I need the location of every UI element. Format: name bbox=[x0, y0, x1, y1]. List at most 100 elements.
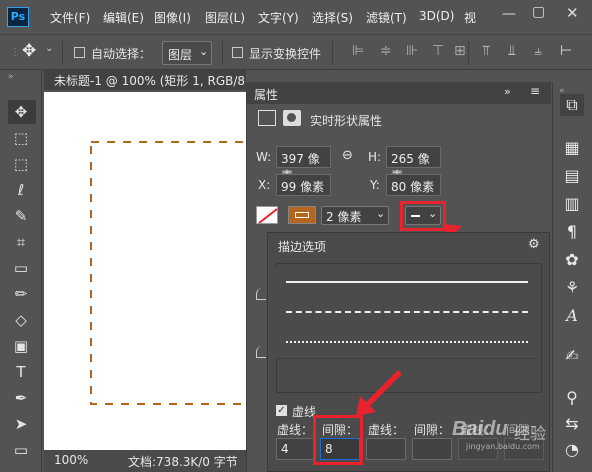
menu-select[interactable]: 选择(S) bbox=[312, 9, 353, 26]
auto-select-checkbox[interactable] bbox=[74, 47, 85, 58]
divider bbox=[332, 41, 333, 65]
watermark-suffix: 经验 bbox=[514, 424, 547, 443]
stroke-color-swatch[interactable] bbox=[288, 206, 316, 224]
gear-icon[interactable]: ⚙ bbox=[528, 237, 540, 252]
clone-source-dock-icon[interactable]: ⚲ bbox=[562, 388, 582, 408]
highlight-box-gap bbox=[313, 415, 363, 465]
align-center-icon[interactable]: ≑ bbox=[380, 43, 392, 59]
move-tool-icon[interactable]: ✥ bbox=[22, 41, 42, 63]
notes-dock-icon[interactable]: ▤ bbox=[562, 166, 582, 186]
document-tab[interactable]: 未标题-1 @ 100% (矩形 1, RGB/8#) * bbox=[44, 70, 246, 90]
preset-solid[interactable] bbox=[276, 268, 538, 298]
properties-tab[interactable]: 属性 bbox=[254, 86, 278, 103]
menu-edit[interactable]: 编辑(E) bbox=[103, 9, 144, 26]
menu-image[interactable]: 图像(I) bbox=[154, 9, 191, 26]
zoom-level[interactable]: 100% bbox=[54, 453, 88, 467]
collapse-icon[interactable]: » bbox=[8, 72, 14, 82]
dashed-rectangle-shape[interactable] bbox=[44, 92, 246, 450]
dashed-checkbox[interactable]: ✓ bbox=[276, 405, 287, 416]
y-field[interactable]: 80 像素 bbox=[386, 174, 441, 196]
preset-dotted[interactable] bbox=[276, 328, 538, 358]
brushes-dock-icon[interactable]: ✍ bbox=[562, 346, 582, 366]
align-left-icon[interactable]: ⊫ bbox=[352, 43, 364, 59]
auto-select-label: 自动选择： bbox=[91, 47, 152, 61]
type-tool-icon[interactable]: T bbox=[11, 362, 31, 382]
grid-dock-icon[interactable]: ▦ bbox=[562, 138, 582, 158]
divider bbox=[468, 41, 469, 65]
layers-dock-icon[interactable]: ▥ bbox=[562, 194, 582, 214]
link-icon[interactable]: ⊖ bbox=[342, 148, 353, 163]
lasso-tool-icon[interactable]: ℓ bbox=[11, 180, 31, 200]
menu-layer[interactable]: 图层(L) bbox=[205, 9, 245, 26]
close-icon[interactable]: ✕ bbox=[566, 4, 584, 22]
minimize-icon[interactable]: — bbox=[502, 6, 520, 24]
fill-swatch[interactable] bbox=[256, 206, 278, 224]
section-title: 实时形状属性 bbox=[310, 114, 383, 128]
distribute-bottom-icon[interactable]: ⫨ bbox=[534, 43, 542, 59]
divider bbox=[62, 41, 63, 65]
chevron-down-icon: ⌄ bbox=[376, 207, 386, 220]
collapse-panel-icon[interactable]: » bbox=[504, 85, 511, 98]
quick-select-tool-icon[interactable]: ✎ bbox=[11, 206, 31, 226]
gap2-label: 间隙： bbox=[414, 423, 451, 437]
adjustments-dock-icon[interactable]: ⚘ bbox=[562, 278, 582, 298]
menu-filter[interactable]: 滤镜(T) bbox=[366, 9, 407, 26]
align-top-icon[interactable]: ⊤ bbox=[432, 43, 444, 59]
distribute-middle-icon[interactable]: ⫫ bbox=[508, 43, 516, 59]
watermark-url: jingyan.baidu.com bbox=[466, 442, 540, 451]
tool-preset-chevron-icon[interactable]: ⌄ bbox=[45, 43, 53, 54]
panel-menu-icon[interactable]: ≡ bbox=[530, 84, 540, 98]
h-label: H: bbox=[368, 150, 382, 164]
stroke-width-dropdown[interactable]: 2 像素 ⌄ bbox=[321, 206, 389, 225]
doc-info: 文档:738.3K/0 字节 bbox=[128, 455, 238, 469]
show-transform-checkbox[interactable] bbox=[232, 47, 243, 58]
x-field[interactable]: 99 像素 bbox=[276, 174, 331, 196]
options-bar: ⋮ ✥ ⌄ 自动选择： 图层 ⌄ 显示变换控件 ⊫ ≑ ⊪ ⊤ ⊞ ⫪ ⫫ ⫨ … bbox=[0, 34, 592, 70]
menu-file[interactable]: 文件(F) bbox=[50, 9, 90, 26]
gap2-field[interactable] bbox=[412, 438, 452, 460]
brush-tool-icon[interactable]: ✏ bbox=[11, 284, 31, 304]
color-palette-dock-icon[interactable]: ✿ bbox=[562, 250, 582, 270]
x-label: X: bbox=[258, 178, 271, 192]
rectangle-tool-icon[interactable]: ▭ bbox=[11, 440, 31, 460]
mask-properties-icon[interactable] bbox=[283, 110, 301, 126]
menu-view[interactable]: 视 bbox=[464, 9, 476, 26]
shape-properties-icon[interactable] bbox=[258, 110, 276, 126]
paragraph-dock-icon[interactable]: ¶ bbox=[562, 222, 582, 242]
grip-icon: ⋮ bbox=[10, 47, 20, 58]
dotted-line bbox=[286, 341, 528, 343]
dash-field[interactable]: 4 bbox=[276, 438, 316, 460]
dash-label: 虚线： bbox=[277, 423, 314, 437]
dash2-label: 虚线： bbox=[368, 423, 405, 437]
auto-select-dropdown[interactable]: 图层 ⌄ bbox=[162, 41, 212, 65]
path-select-tool-icon[interactable]: ➤ bbox=[11, 414, 31, 434]
y-label: Y: bbox=[370, 178, 380, 192]
distribute-top-icon[interactable]: ⫪ bbox=[482, 43, 490, 59]
artboard-tool-icon[interactable]: ⬚ bbox=[11, 128, 31, 148]
show-transform-label: 显示变换控件 bbox=[249, 47, 322, 61]
height-field[interactable]: 265 像素 bbox=[386, 146, 441, 183]
glyphs-dock-icon[interactable]: A bbox=[562, 306, 582, 326]
marquee-tool-icon[interactable]: ⬚ bbox=[11, 154, 31, 174]
maximize-icon[interactable]: ▢ bbox=[532, 4, 550, 22]
no-fill-slash-icon bbox=[258, 208, 277, 223]
crop-tool-icon[interactable]: ⌗ bbox=[11, 232, 31, 252]
move-tool-icon[interactable]: ✥ bbox=[11, 102, 31, 122]
menu-type[interactable]: 文字(Y) bbox=[258, 9, 299, 26]
canvas[interactable] bbox=[44, 92, 246, 450]
menu-3d[interactable]: 3D(D) bbox=[419, 9, 454, 23]
eraser-tool-icon[interactable]: ◇ bbox=[11, 310, 31, 330]
baidu-watermark: Baidu 经验 jingyan.baidu.com bbox=[452, 414, 588, 454]
pen-tool-icon[interactable]: ✒ bbox=[11, 388, 31, 408]
width-field[interactable]: 397 像素 bbox=[276, 146, 331, 183]
w-label: W: bbox=[256, 150, 272, 164]
align-middle-icon[interactable]: ⊞ bbox=[454, 43, 466, 59]
gradient-tool-icon[interactable]: ▣ bbox=[11, 336, 31, 356]
distribute-left-icon[interactable]: ⊢ bbox=[560, 43, 572, 59]
dash2-field[interactable] bbox=[366, 438, 406, 460]
properties-dock-icon[interactable]: ⧉ bbox=[562, 95, 582, 115]
align-right-icon[interactable]: ⊪ bbox=[406, 43, 418, 59]
tools-panel: » ✥ ⬚ ⬚ ℓ ✎ ⌗ ▭ ✏ ◇ ▣ T ✒ ➤ ▭ bbox=[0, 70, 42, 472]
ruler-tool-icon[interactable]: ▭ bbox=[11, 258, 31, 278]
preset-dashed[interactable] bbox=[276, 298, 538, 328]
